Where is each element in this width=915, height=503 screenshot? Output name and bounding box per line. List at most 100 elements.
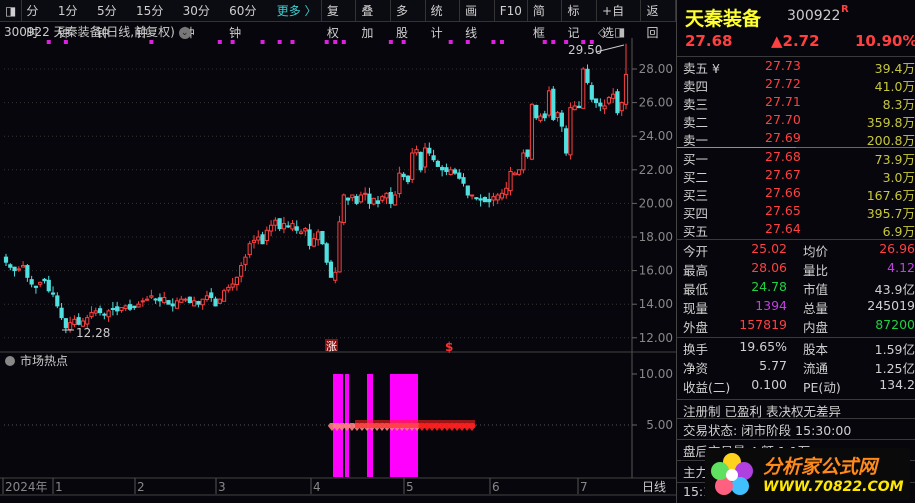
candle-body [136, 303, 141, 308]
candle-body [448, 169, 453, 175]
candle-body [76, 317, 81, 325]
candle-body [538, 115, 543, 121]
candle-body [140, 300, 145, 303]
candle-body [281, 223, 287, 230]
candle-body [363, 192, 368, 195]
candle-body [444, 167, 449, 172]
low-label: 12.28 [76, 326, 110, 340]
candle-body [286, 225, 291, 228]
candle-body [529, 103, 535, 160]
candle-body [546, 90, 552, 116]
candle-body [508, 170, 513, 192]
stat-value: 28.06 [751, 260, 787, 275]
candle-body [33, 285, 39, 288]
flower-logo-icon [711, 453, 753, 495]
candle-body [8, 264, 13, 268]
candle-body [384, 192, 389, 199]
candle-body [504, 187, 509, 196]
candle-body [239, 265, 244, 277]
candle-body [200, 298, 205, 306]
candle-body [427, 147, 432, 154]
price-change-pct: 10.90% [855, 32, 915, 50]
candle-body [418, 151, 423, 171]
x-tick-label: 4 [313, 480, 321, 494]
signal-dot [341, 40, 346, 44]
signal-mark-rise: 涨 [326, 340, 337, 353]
candle-body [29, 279, 34, 285]
candle-body [170, 303, 175, 307]
candle-body [123, 305, 128, 310]
sub-y-label: 5.00 [646, 418, 673, 432]
watermark-logo: 分析家公式网 WWW.70822.COM [705, 448, 910, 500]
candle-body [251, 239, 257, 243]
candle-body [602, 105, 607, 110]
candle-body [559, 112, 564, 127]
candle-body [457, 172, 462, 179]
ask-label: 卖五 ¥ [683, 61, 720, 76]
stat-value: 134.2 [879, 377, 915, 392]
quote-row: 交易状态: 闭市阶段 15:30:00 [683, 420, 915, 438]
stat-value: 245019 [867, 298, 915, 313]
candle-body [303, 228, 308, 232]
candle-body [333, 271, 338, 281]
candle-body [42, 278, 47, 282]
candle-body [307, 229, 312, 246]
ask-volume: 8.3万 [882, 97, 915, 112]
candle-body [12, 266, 17, 272]
signal-dot [491, 40, 496, 44]
ask-label: 卖四 [683, 79, 709, 94]
candle-body [46, 279, 51, 292]
candle-body [401, 173, 406, 178]
candle-body [542, 113, 547, 119]
stat-label: PE(动) [803, 380, 841, 395]
signal-dot [277, 40, 282, 44]
bid-volume: 6.9万 [882, 224, 915, 239]
candle-body [273, 219, 278, 226]
candle-body [354, 195, 359, 204]
candle-body [328, 261, 334, 278]
candle-body [72, 318, 77, 325]
quote-row: 净资 5.77 流通 1.25亿 [683, 358, 915, 376]
candle-body [572, 105, 577, 111]
candle-body [25, 265, 30, 278]
candle-body [440, 166, 445, 171]
quote-row: 买五 27.64 6.9万 [683, 221, 915, 239]
candle-body [234, 276, 239, 286]
bid-label: 买五 [683, 224, 709, 239]
candle-body [157, 297, 163, 302]
candle-body [290, 223, 295, 230]
candle-body [393, 194, 398, 206]
bid-label: 买四 [683, 206, 709, 221]
candlestick-chart[interactable]: 28.00 26.00 24.00 22.00 20.00 18.00 16.00 14.00… [0, 0, 676, 503]
candle-body [145, 298, 150, 301]
candle-body [585, 68, 590, 83]
candle-body [221, 290, 227, 302]
stock-name: 天秦装备 [685, 8, 762, 30]
candle-body [482, 197, 487, 203]
y-tick-label: 28.00 [639, 62, 673, 76]
candle-body [16, 268, 21, 271]
y-tick-label: 18.00 [639, 230, 673, 244]
signal-dot [401, 40, 406, 44]
candle-body [371, 197, 376, 205]
stat-label: 收益(二) [683, 380, 731, 395]
stat-value: 25.02 [751, 241, 787, 256]
signal-dot [500, 40, 504, 44]
candle-body [192, 300, 197, 307]
candle-body [512, 172, 517, 176]
x-tick-label: 3 [218, 480, 226, 494]
candle-body [269, 224, 274, 232]
y-tick-label: 20.00 [639, 196, 673, 210]
bid-label: 买一 [683, 152, 709, 167]
candle-body [606, 97, 611, 104]
quote-row: 买一 27.68 73.9万 [683, 149, 915, 167]
candle-body [209, 292, 214, 298]
stat-label: 今开 [683, 244, 709, 259]
y-tick-label: 22.00 [639, 163, 673, 177]
candle-body [589, 85, 594, 100]
quote-panel: 天秦装备 300922 R 27.68 ▲2.72 10.90% 卖五 ¥ 27.… [676, 0, 915, 503]
candle-body [179, 298, 184, 303]
quote-row: 外盘 157819 内盘 87200 [683, 317, 915, 335]
candle-body [615, 91, 620, 114]
y-tick-label: 12.00 [639, 331, 673, 345]
